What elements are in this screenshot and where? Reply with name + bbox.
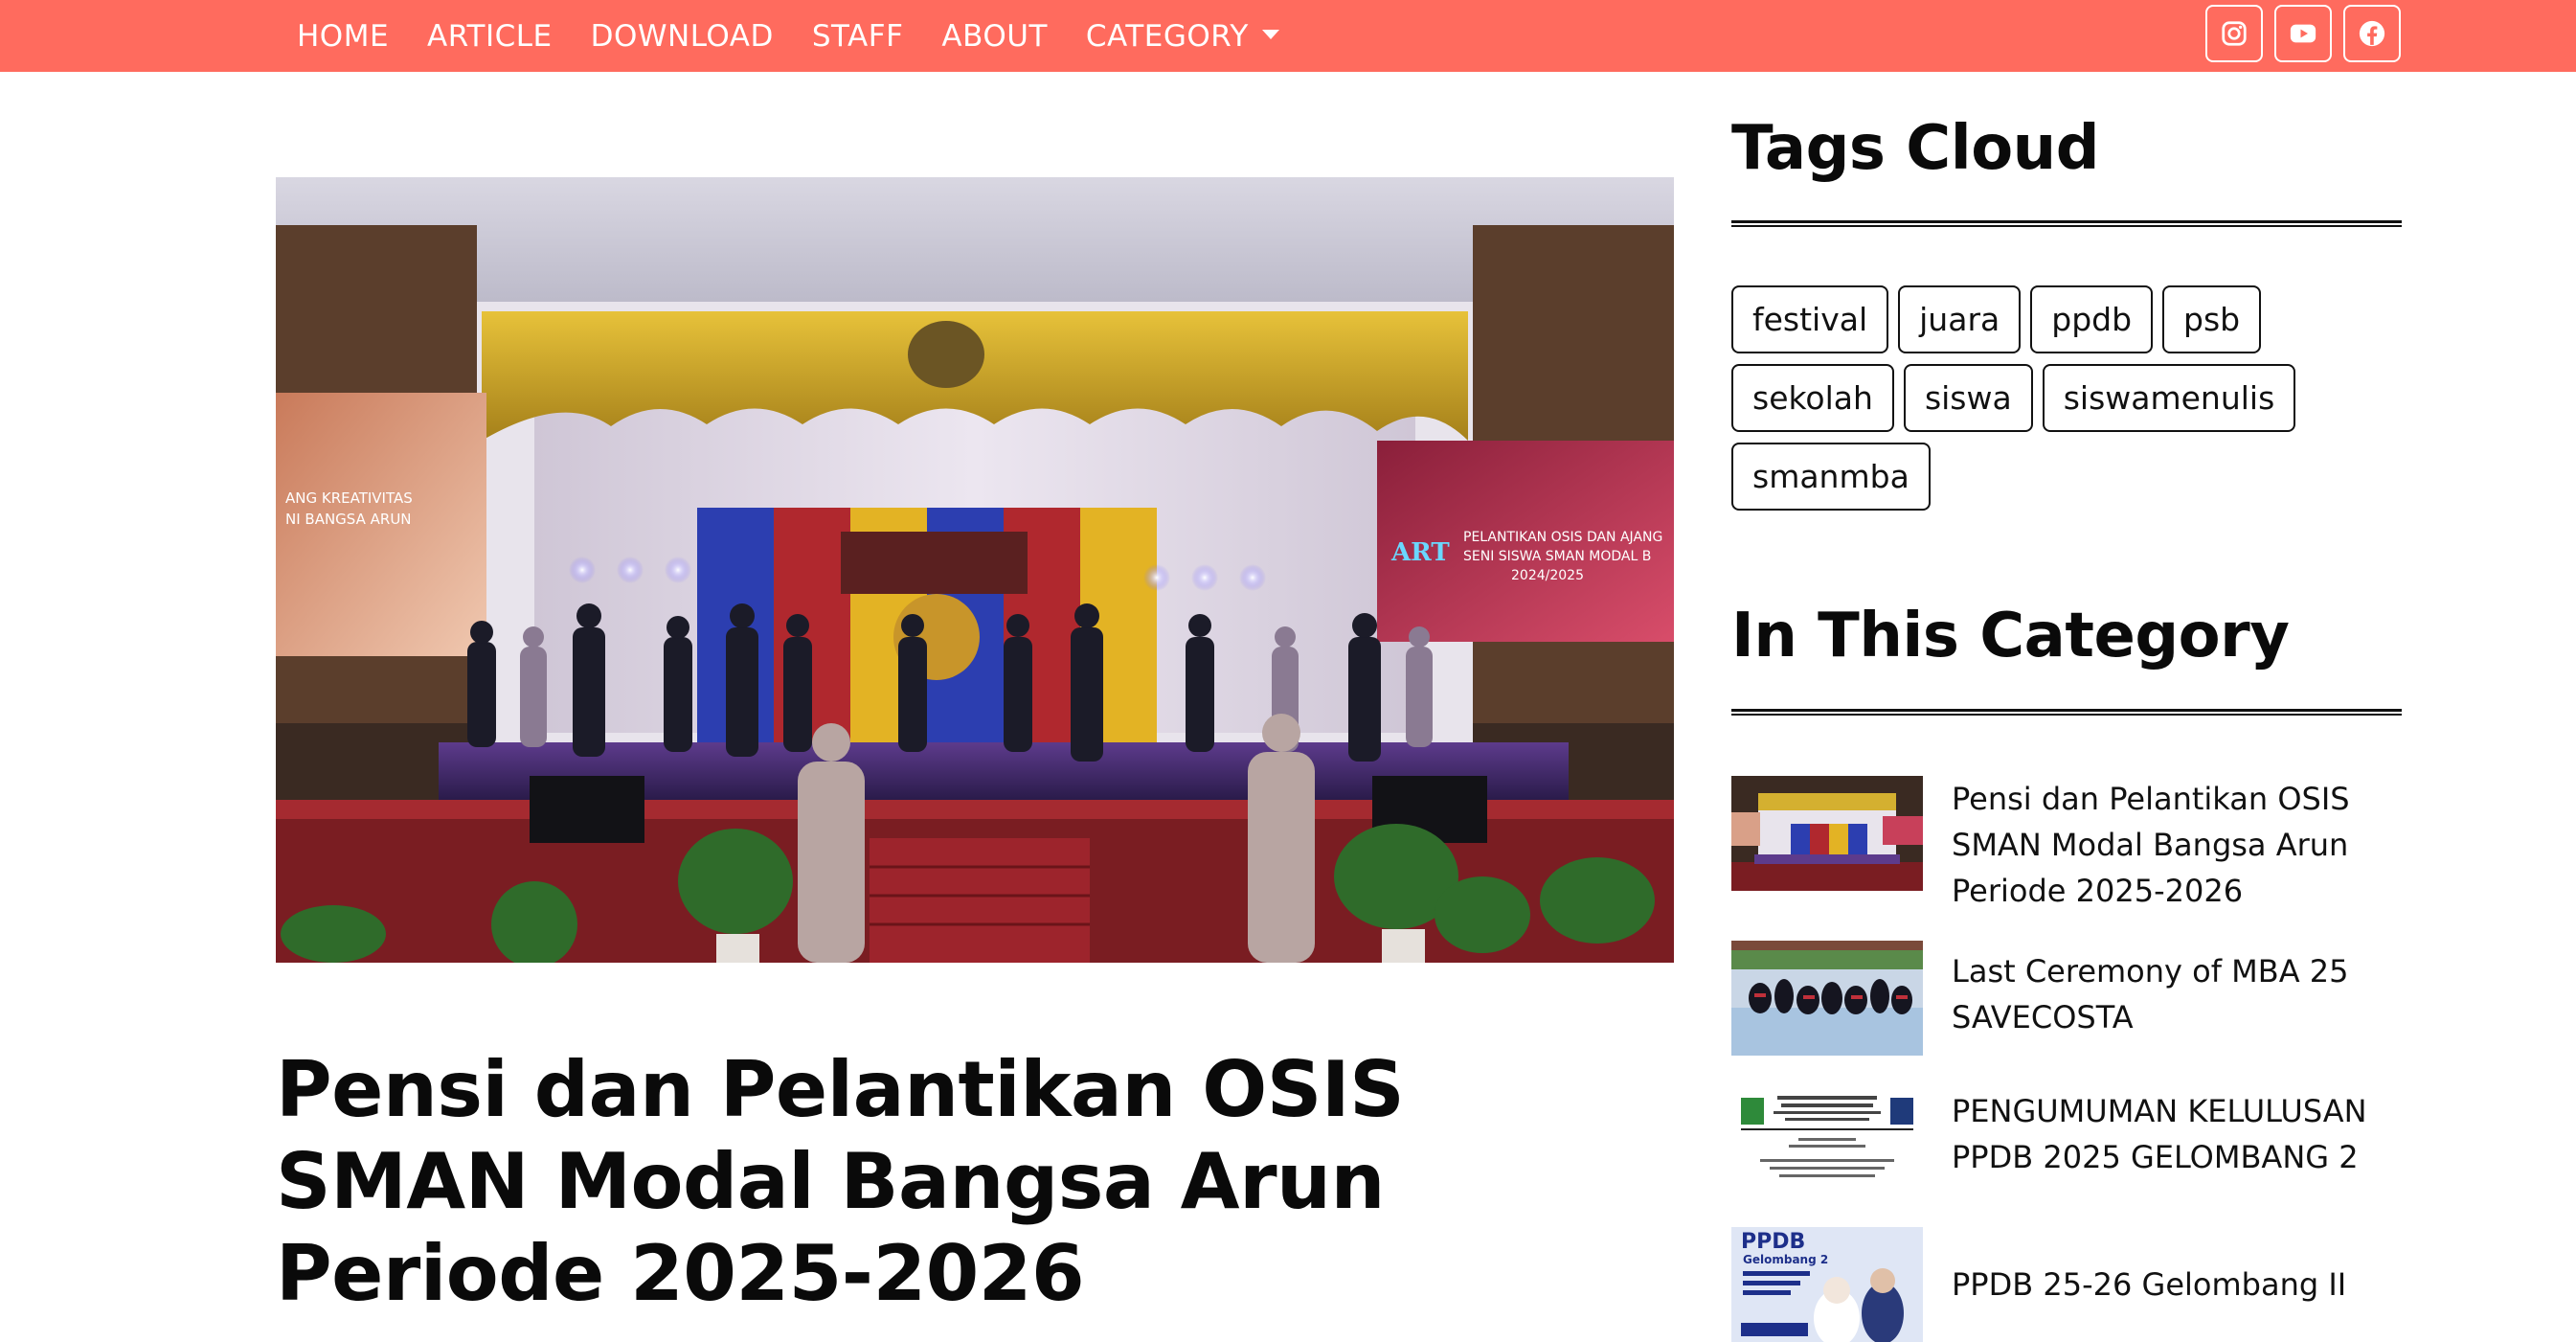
tag-ppdb[interactable]: ppdb	[2030, 285, 2154, 353]
tag-siswa[interactable]: siswa	[1903, 364, 2033, 432]
svg-text:ART: ART	[1390, 538, 1450, 567]
category-item[interactable]: Last Ceremony of MBA 25 SAVECOSTA	[1731, 941, 2402, 1056]
nav-download[interactable]: DOWNLOAD	[572, 0, 793, 72]
chevron-down-icon	[1261, 29, 1279, 39]
svg-text:ANG KREATIVITAS: ANG KREATIVITAS	[285, 489, 413, 507]
nav-links: HOME ARTICLE DOWNLOAD STAFF ABOUT CATEGO…	[278, 0, 1299, 72]
tag-psb[interactable]: psb	[2162, 285, 2262, 353]
svg-text:2024/2025: 2024/2025	[1511, 568, 1584, 583]
tag-sekolah[interactable]: sekolah	[1731, 364, 1894, 432]
tags-heading-divider	[1731, 220, 2402, 227]
nav-staff[interactable]: STAFF	[793, 0, 923, 72]
category-item-title[interactable]: PENGUMUMAN KELULUSAN PPDB 2025 GELOMBANG…	[1952, 1088, 2402, 1199]
category-item-thumbnail	[1731, 1084, 1923, 1199]
category-item[interactable]: PENGUMUMAN KELULUSAN PPDB 2025 GELOMBANG…	[1731, 1084, 2402, 1199]
facebook-icon	[2359, 20, 2385, 47]
article-hero-image: ANG KREATIVITAS NI BANGSA ARUN PELANTIKA…	[276, 177, 1674, 963]
tag-juara[interactable]: juara	[1898, 285, 2022, 353]
tag-siswamenulis[interactable]: siswamenulis	[2042, 364, 2296, 432]
youtube-icon	[2290, 24, 2316, 43]
category-item-thumbnail	[1731, 941, 1923, 1056]
instagram-icon	[2222, 21, 2247, 46]
tag-festival[interactable]: festival	[1731, 285, 1889, 353]
category-item-title[interactable]: PPDB 25-26 Gelombang II	[1952, 1262, 2346, 1342]
nav-about[interactable]: ABOUT	[922, 0, 1066, 72]
nav-category-label: CATEGORY	[1085, 18, 1249, 54]
category-item-thumbnail: PPDB Gelombang 2	[1731, 1227, 1923, 1342]
category-item[interactable]: PPDB Gelombang 2 PPDB 25-26 Gelombang II	[1731, 1227, 2402, 1342]
category-item-title[interactable]: Pensi dan Pelantikan OSIS SMAN Modal Ban…	[1952, 776, 2402, 914]
nav-home[interactable]: HOME	[278, 0, 408, 72]
svg-text:SENI SISWA SMAN MODAL B: SENI SISWA SMAN MODAL B	[1463, 549, 1651, 564]
tag-smanmba[interactable]: smanmba	[1731, 443, 1931, 511]
in-this-category-heading: In This Category	[1731, 601, 2290, 671]
youtube-button[interactable]	[2274, 5, 2332, 62]
social-links	[2205, 5, 2401, 62]
tags-cloud-heading: Tags Cloud	[1731, 113, 2100, 184]
svg-text:NI BANGSA ARUN: NI BANGSA ARUN	[285, 511, 412, 528]
nav-category-dropdown[interactable]: CATEGORY	[1067, 0, 1299, 72]
ppdb-poster-title: PPDB	[1741, 1230, 1805, 1254]
top-navbar: HOME ARTICLE DOWNLOAD STAFF ABOUT CATEGO…	[0, 0, 2576, 72]
svg-text:PELANTIKAN OSIS DAN AJANG: PELANTIKAN OSIS DAN AJANG	[1463, 530, 1662, 545]
instagram-button[interactable]	[2205, 5, 2263, 62]
ppdb-poster-subtitle: Gelombang 2	[1743, 1253, 1828, 1266]
nav-article[interactable]: ARTICLE	[408, 0, 572, 72]
category-item-thumbnail	[1731, 776, 1923, 891]
article-title: Pensi dan Pelantikan OSIS SMAN Modal Ban…	[276, 1045, 1405, 1318]
category-item[interactable]: Pensi dan Pelantikan OSIS SMAN Modal Ban…	[1731, 776, 2402, 914]
tags-cloud: festival juara ppdb psb sekolah siswa si…	[1731, 285, 2402, 511]
facebook-button[interactable]	[2343, 5, 2401, 62]
category-item-title[interactable]: Last Ceremony of MBA 25 SAVECOSTA	[1952, 948, 2402, 1056]
category-heading-divider	[1731, 709, 2402, 716]
